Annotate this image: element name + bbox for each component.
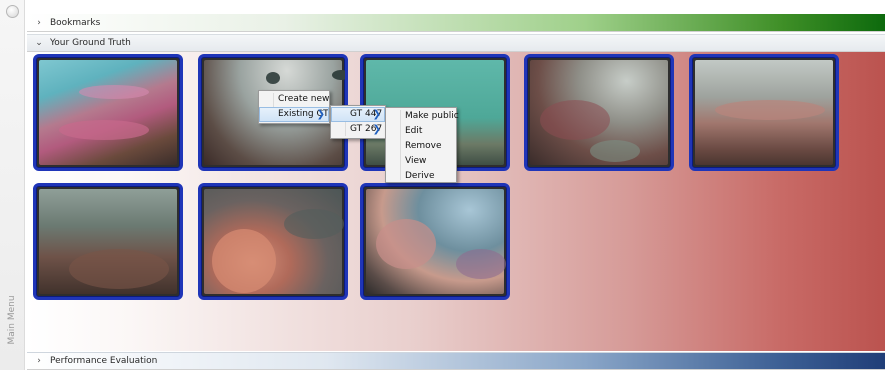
- menu-item-derive[interactable]: Derive: [386, 169, 456, 184]
- submenu-arrow-icon: ❯: [316, 109, 325, 120]
- bookmarks-title: Bookmarks: [50, 17, 101, 28]
- menu-item-view[interactable]: View: [386, 154, 456, 169]
- submenu-arrow-icon: ❯: [372, 109, 381, 120]
- context-menu: Create new Existing GT ❯: [258, 90, 330, 124]
- menu-item-create-new[interactable]: Create new: [259, 92, 329, 107]
- coral-image-1: [39, 60, 177, 165]
- ground-truth-title: Your Ground Truth: [50, 38, 131, 48]
- thumbnail-coral-image-5[interactable]: [689, 54, 839, 171]
- coral-image-4: [530, 60, 668, 165]
- menu-item-remove[interactable]: Remove: [386, 139, 456, 154]
- coral-image-7: [204, 189, 344, 294]
- thumbnail-coral-image-8[interactable]: [360, 183, 510, 300]
- chevron-right-icon: ›: [37, 356, 41, 366]
- coral-image-8: [366, 189, 506, 294]
- main-menu-label[interactable]: Main Menu: [7, 295, 17, 344]
- bookmarks-section-header[interactable]: › Bookmarks: [27, 14, 885, 32]
- ground-truth-content: [27, 52, 885, 351]
- performance-section-header[interactable]: › Performance Evaluation: [27, 352, 885, 370]
- submenu-arrow-icon: ❯: [372, 124, 381, 135]
- chevron-right-icon: ›: [37, 17, 41, 28]
- thumbnail-coral-image-6[interactable]: [33, 183, 183, 300]
- coral-image-6: [39, 189, 177, 294]
- thumbnail-coral-image-7[interactable]: [198, 183, 348, 300]
- menu-item-edit[interactable]: Edit: [386, 124, 456, 139]
- coral-image-5: [695, 60, 833, 165]
- menu-item-make-public[interactable]: Make public: [386, 109, 459, 124]
- menu-item-existing-gt[interactable]: Existing GT ❯: [259, 107, 329, 122]
- menu-knob-icon[interactable]: [6, 5, 19, 18]
- main-menu-sidebar[interactable]: Main Menu: [0, 0, 25, 370]
- ground-truth-section-header[interactable]: ⌄ Your Ground Truth: [27, 34, 885, 52]
- menu-item-gt-267[interactable]: GT 267 ❯: [331, 122, 385, 137]
- chevron-down-icon: ⌄: [35, 38, 43, 48]
- gt-action-submenu: Make public Edit Remove View Derive: [385, 107, 459, 184]
- menu-item-gt-447[interactable]: GT 447 ❯: [331, 107, 385, 122]
- performance-title: Performance Evaluation: [50, 356, 158, 366]
- thumbnail-coral-image-4[interactable]: [524, 54, 674, 171]
- thumbnail-coral-image-1[interactable]: [33, 54, 183, 171]
- gt-submenu: GT 447 ❯ GT 267 ❯: [330, 105, 386, 139]
